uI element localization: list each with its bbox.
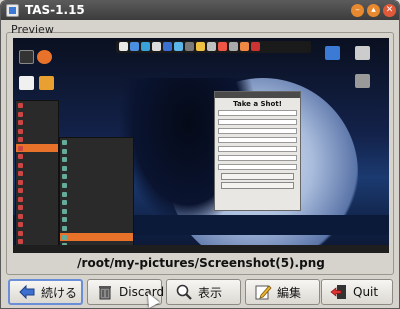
- trash-icon: [96, 283, 114, 301]
- close-icon[interactable]: ✕: [383, 4, 396, 17]
- magnifier-icon: [175, 283, 193, 301]
- thumbnail-top-toolbar: [116, 41, 311, 53]
- thumbnail-folder-icon: [325, 46, 340, 60]
- continue-button-label: 続ける: [41, 285, 78, 300]
- thumbnail-drive-icon: [355, 46, 370, 60]
- thumbnail-firefox-icon: [37, 50, 52, 64]
- thumbnail-desktop-icon: [19, 50, 34, 64]
- minimize-icon[interactable]: –: [351, 4, 364, 17]
- file-path-label: /root/my-pictures/Screenshot(5).png: [77, 256, 325, 270]
- edit-button[interactable]: 編集: [245, 279, 320, 305]
- thumbnail-folder-icon: [19, 76, 34, 90]
- window-title: TAS-1.15: [25, 3, 85, 17]
- thumbnail-take-a-shot-dialog: Take a Shot!: [214, 91, 301, 211]
- thumbnail-app-menu: [15, 100, 59, 250]
- exit-door-icon: [330, 283, 348, 301]
- view-button[interactable]: 表示: [166, 279, 241, 305]
- thumbnail-graphics-submenu: [59, 137, 134, 250]
- app-icon: [6, 4, 19, 17]
- edit-pencil-icon: [254, 283, 272, 301]
- maximize-icon[interactable]: ▴: [367, 4, 380, 17]
- thumbnail-trash-icon: [355, 74, 370, 88]
- view-button-label: 表示: [198, 285, 223, 300]
- screenshot-preview-image: Take a Shot!: [13, 38, 389, 253]
- quit-button-label: Quit: [353, 285, 379, 299]
- thumbnail-taskbar: [13, 245, 389, 253]
- back-arrow-icon: [18, 283, 36, 301]
- thumbnail-dialog-title: Take a Shot!: [233, 100, 282, 108]
- edit-button-label: 編集: [277, 285, 302, 300]
- discard-button-label: Discard: [119, 285, 165, 299]
- thumbnail-folder-icon: [39, 76, 54, 90]
- preview-label: Preview: [11, 23, 54, 36]
- quit-button[interactable]: Quit: [321, 279, 393, 305]
- title-bar[interactable]: TAS-1.15 – ▴ ✕: [1, 1, 399, 20]
- continue-button[interactable]: 続ける: [8, 279, 83, 305]
- tas-window: TAS-1.15 – ▴ ✕ Preview Take a Shot! /roo…: [0, 0, 400, 309]
